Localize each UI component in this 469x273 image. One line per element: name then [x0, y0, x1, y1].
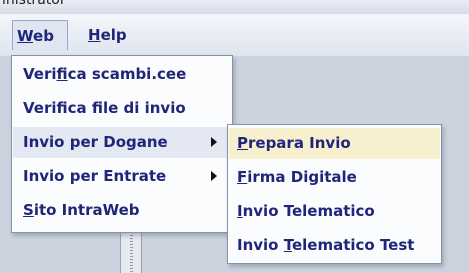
window-title-bar: inistrator: [0, 0, 469, 14]
dogane-submenu: Prepara Invio Firma Digitale Invio Telem…: [227, 124, 442, 264]
menu-web[interactable]: Web: [12, 20, 68, 50]
submenu-item-invio-telematico[interactable]: Invio Telematico: [229, 196, 440, 227]
submenu-item-firma-digitale[interactable]: Firma Digitale: [229, 162, 440, 193]
menu-item-verifica-file-invio[interactable]: Verifica file di invio: [13, 93, 231, 124]
window-title: inistrator: [2, 0, 66, 8]
menu-web-mnemonic: W: [17, 27, 34, 45]
menu-help-mnemonic: H: [88, 26, 101, 44]
submenu-arrow-icon: [211, 171, 217, 181]
submenu-item-invio-telematico-test[interactable]: Invio Telematico Test: [229, 230, 440, 261]
menu-bar: Web Help: [0, 14, 469, 56]
web-menu-dropdown: Verifica scambi.cee Verifica file di inv…: [11, 55, 233, 233]
menu-item-invio-per-entrate[interactable]: Invio per Entrate: [13, 161, 231, 192]
menu-item-verifica-scambi-cee[interactable]: Verifica scambi.cee: [13, 59, 231, 90]
submenu-arrow-icon: [211, 137, 217, 147]
menu-item-sito-intraweb[interactable]: Sito IntraWeb: [13, 195, 231, 226]
menu-help[interactable]: Help: [84, 20, 131, 50]
submenu-item-prepara-invio[interactable]: Prepara Invio: [229, 128, 440, 159]
menu-item-invio-per-dogane[interactable]: Invio per Dogane: [13, 127, 231, 158]
